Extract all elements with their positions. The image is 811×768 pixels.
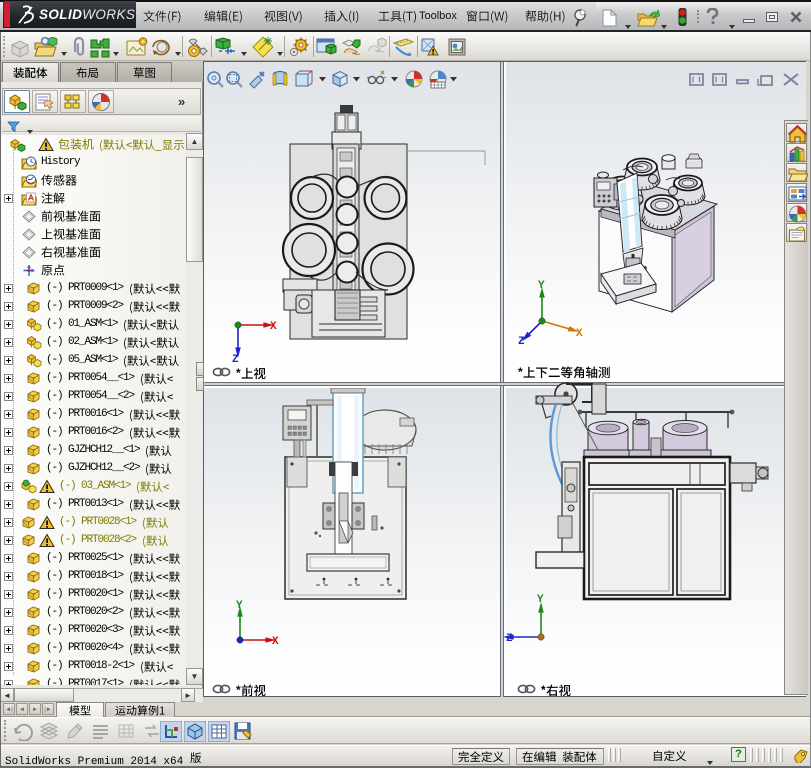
svg-text:Y: Y bbox=[537, 594, 544, 606]
svg-text:Z: Z bbox=[518, 336, 525, 348]
svg-text:Y: Y bbox=[538, 280, 545, 292]
svg-text:X: X bbox=[576, 328, 583, 340]
svg-text:Y: Y bbox=[236, 600, 243, 612]
svg-text:Z: Z bbox=[506, 633, 513, 645]
svg-text:X: X bbox=[270, 321, 277, 333]
svg-text:X: X bbox=[272, 636, 279, 648]
